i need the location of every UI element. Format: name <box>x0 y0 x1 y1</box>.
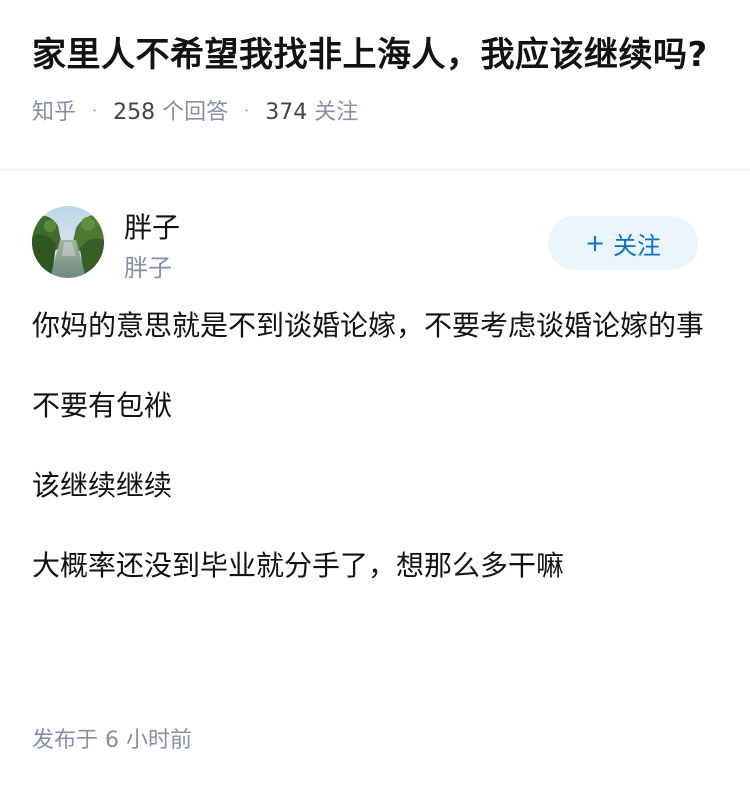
answer-paragraph: 不要有包袱 <box>32 389 173 422</box>
followers-count-number: 374 <box>265 100 308 125</box>
question-header: 家里人不希望我找非上海人，我应该继续吗? 知乎 · 258 个回答 · 374 … <box>0 0 750 170</box>
author-card: 胖子 胖子 + 关注 <box>0 170 750 282</box>
published-value: 6 小时前 <box>105 728 193 753</box>
avatar[interactable] <box>32 206 104 278</box>
answer-paragraph: 大概率还没到毕业就分手了，想那么多干嘛 <box>32 549 565 582</box>
avatar-image <box>32 206 104 278</box>
source-label[interactable]: 知乎 <box>32 94 76 126</box>
answers-count-number: 258 <box>113 100 156 125</box>
follow-button[interactable]: + 关注 <box>548 216 698 270</box>
question-title[interactable]: 家里人不希望我找非上海人，我应该继续吗? <box>32 30 718 80</box>
answer-paragraph: 你妈的意思就是不到谈婚论嫁，不要考虑谈婚论嫁的事 <box>32 309 705 342</box>
plus-icon: + <box>584 229 606 257</box>
answers-count-label: 个回答 <box>162 100 229 125</box>
answer-paragraph: 该继续继续 <box>32 469 173 502</box>
published-time: 发布于 6 小时前 <box>32 722 192 754</box>
answers-count[interactable]: 258 个回答 <box>113 94 228 126</box>
separator-dot: · <box>92 100 98 120</box>
answer-content: 你妈的意思就是不到谈婚论嫁，不要考虑谈婚论嫁的事 不要有包袱 该继续继续 大概率… <box>0 280 750 590</box>
followers-count[interactable]: 374 关注 <box>265 94 358 126</box>
author-name[interactable]: 胖子 <box>124 206 180 246</box>
published-prefix: 发布于 <box>32 728 99 753</box>
follow-button-label: 关注 <box>613 231 662 260</box>
separator-dot: · <box>244 100 250 120</box>
question-meta: 知乎 · 258 个回答 · 374 关注 <box>32 94 718 126</box>
author-subtitle: 胖子 <box>124 254 172 282</box>
followers-count-label: 关注 <box>314 100 359 125</box>
